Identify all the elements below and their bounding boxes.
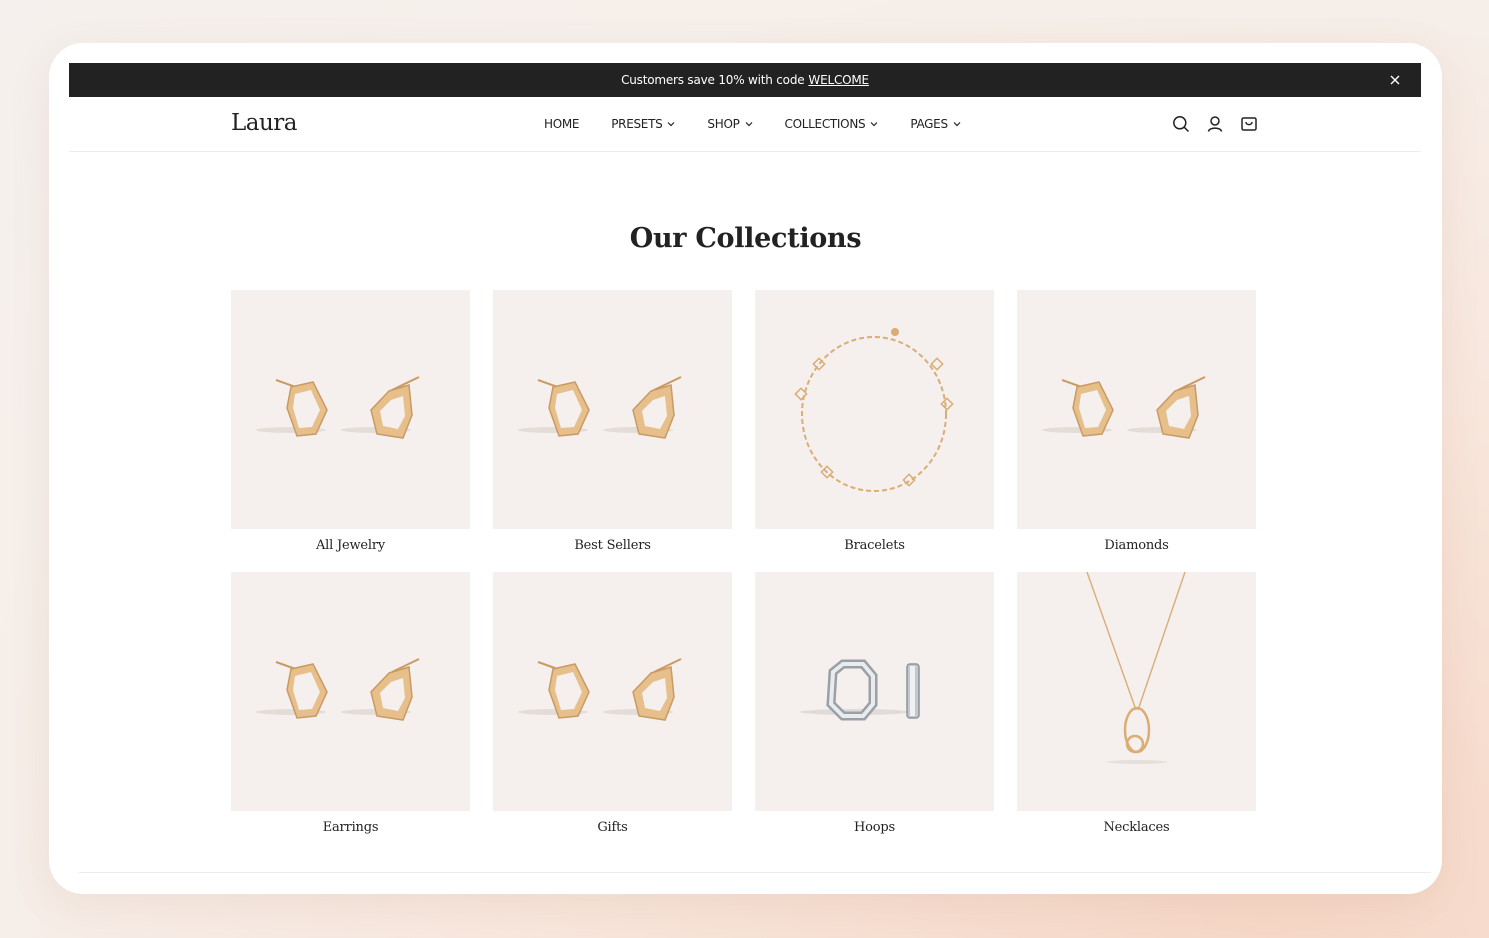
collection-label: Gifts — [597, 820, 628, 835]
collection-image-necklace — [1017, 572, 1256, 811]
collection-card-all-jewelry[interactable]: All Jewelry — [231, 290, 470, 557]
collection-label: Earrings — [322, 820, 379, 835]
divider — [79, 872, 1431, 873]
nav-label: PRESETS — [611, 117, 663, 131]
cart-icon[interactable] — [1239, 114, 1259, 134]
promo-code-link[interactable]: WELCOME — [808, 73, 869, 87]
site-header: Laura HOME PRESETS SHOP COLLECTIONS PAGE… — [69, 97, 1421, 152]
collection-card-earrings[interactable]: Earrings — [231, 572, 470, 839]
nav-presets[interactable]: PRESETS — [611, 117, 675, 131]
close-icon[interactable] — [1387, 72, 1403, 88]
nav-label: PAGES — [910, 117, 948, 131]
announcement-text: Customers save 10% with code — [621, 73, 805, 87]
nav-collections[interactable]: COLLECTIONS — [785, 117, 879, 131]
chevron-down-icon — [667, 121, 675, 127]
collection-image-earrings — [231, 290, 470, 529]
collection-card-necklaces[interactable]: Necklaces — [1017, 572, 1256, 839]
collections-grid: All Jewelry Best Sellers Bracelets Diamo… — [231, 290, 1256, 839]
collection-card-diamonds[interactable]: Diamonds — [1017, 290, 1256, 557]
nav-label: COLLECTIONS — [784, 117, 866, 131]
collection-image-earrings — [493, 290, 732, 529]
chevron-down-icon — [870, 121, 878, 127]
nav-label: SHOP — [707, 117, 740, 131]
browser-frame: Customers save 10% with code WELCOME Lau… — [49, 43, 1442, 894]
chevron-down-icon — [745, 121, 753, 127]
collection-card-bracelets[interactable]: Bracelets — [755, 290, 994, 557]
collection-image-earrings — [231, 572, 470, 811]
main-nav: HOME PRESETS SHOP COLLECTIONS PAGES — [544, 97, 993, 151]
account-icon[interactable] — [1205, 114, 1225, 134]
nav-pages[interactable]: PAGES — [910, 117, 961, 131]
collection-label: Bracelets — [844, 538, 905, 553]
collection-card-gifts[interactable]: Gifts — [493, 572, 732, 839]
page-title: Our Collections — [629, 223, 862, 254]
collection-label: All Jewelry — [315, 538, 386, 553]
collection-image-earrings — [493, 572, 732, 811]
collection-image-earrings — [1017, 290, 1256, 529]
collection-label: Diamonds — [1104, 538, 1169, 553]
nav-shop[interactable]: SHOP — [707, 117, 752, 131]
nav-home[interactable]: HOME — [544, 117, 580, 131]
chevron-down-icon — [953, 121, 961, 127]
collection-image-hoops — [755, 572, 994, 811]
header-icons — [1171, 114, 1259, 134]
collection-image-bracelet — [755, 290, 994, 529]
collection-label: Best Sellers — [574, 538, 651, 553]
collection-card-best-sellers[interactable]: Best Sellers — [493, 290, 732, 557]
collection-card-hoops[interactable]: Hoops — [755, 572, 994, 839]
logo[interactable]: Laura — [231, 110, 298, 136]
collection-label: Necklaces — [1103, 820, 1170, 835]
announcement-bar: Customers save 10% with code WELCOME — [69, 63, 1421, 97]
collection-label: Hoops — [854, 820, 895, 835]
search-icon[interactable] — [1171, 114, 1191, 134]
nav-label: HOME — [544, 117, 580, 131]
